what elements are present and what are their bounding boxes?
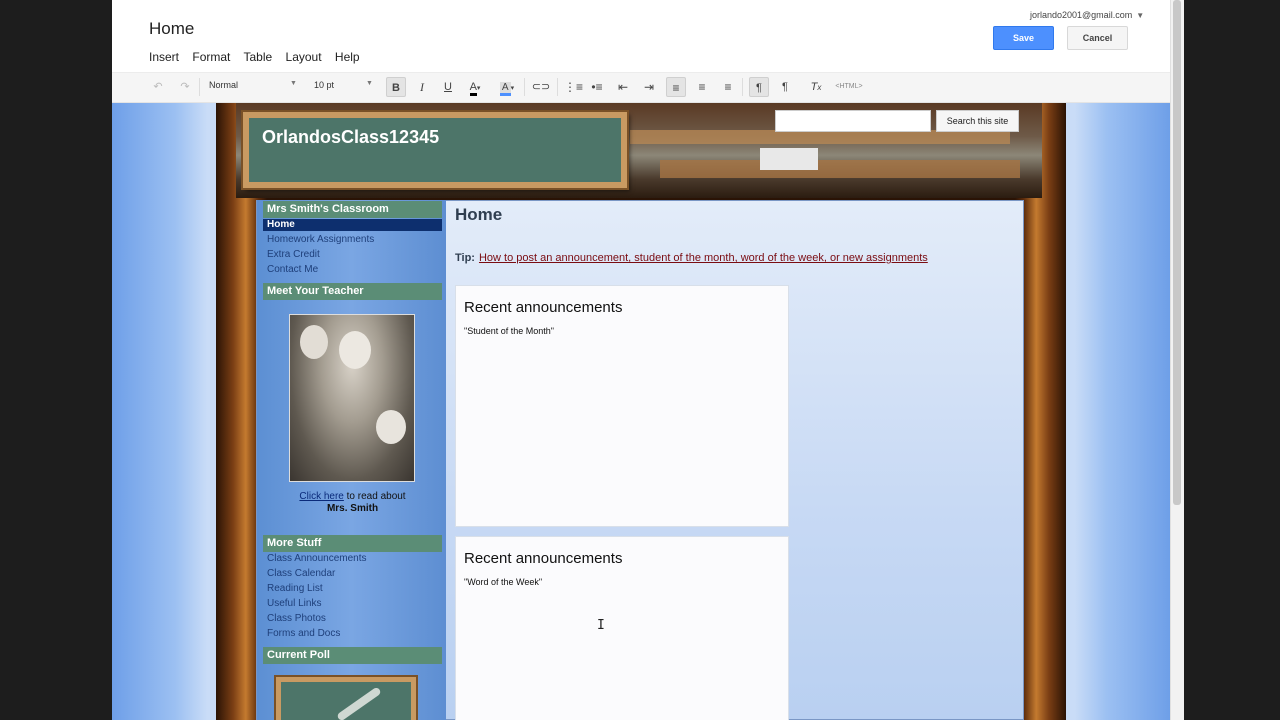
save-button[interactable]: Save	[993, 26, 1054, 50]
menu-bar: Insert Format Table Layout Help	[149, 50, 370, 64]
rtl-icon[interactable]: ¶	[777, 77, 793, 97]
sidebar-item-contact[interactable]: Contact Me	[267, 264, 318, 275]
title-chalkboard	[243, 112, 627, 188]
teacher-name: Mrs. Smith	[326, 503, 379, 514]
numbered-list-icon[interactable]: ⋮≡	[564, 77, 583, 97]
tip-link[interactable]: How to post an announcement, student of …	[479, 252, 928, 264]
sidebar-item-reading-list[interactable]: Reading List	[267, 583, 323, 594]
account-email: jorlando2001@gmail.com	[1030, 10, 1133, 20]
page-title: Home	[149, 19, 195, 38]
header-paper	[760, 148, 818, 170]
chevron-down-icon: ▼	[1136, 11, 1145, 20]
size-select-value: 10 pt	[314, 80, 335, 90]
toolbar-divider	[742, 78, 743, 96]
sidebar-item-class-calendar[interactable]: Class Calendar	[267, 568, 335, 579]
clear-format-icon[interactable]: Tx	[807, 77, 825, 97]
menu-help[interactable]: Help	[335, 50, 360, 64]
align-left-icon[interactable]: ≡	[666, 77, 686, 97]
size-select[interactable]: 10 pt ▼	[314, 80, 374, 90]
chevron-down-icon: ▼	[366, 80, 373, 87]
read-about-label: to read about	[343, 491, 406, 502]
sidebar-item-home[interactable]: Home	[263, 219, 442, 231]
italic-icon[interactable]: I	[414, 77, 430, 97]
ltr-icon[interactable]: ¶	[749, 77, 769, 97]
tip-label: Tip:	[455, 252, 475, 264]
align-center-icon[interactable]: ≡	[694, 77, 710, 97]
toolbar-divider	[557, 78, 558, 96]
sidebar-heading-teacher: Meet Your Teacher	[263, 283, 442, 300]
sidebar-item-class-announcements[interactable]: Class Announcements	[267, 553, 367, 564]
teacher-photo-face	[300, 325, 328, 359]
gadget-subtitle: "Student of the Month"	[464, 326, 554, 336]
announcements-gadget[interactable]	[455, 285, 789, 527]
toolbar-divider	[199, 78, 200, 96]
undo-icon[interactable]: ↶	[150, 77, 166, 97]
sidebar-heading-poll: Current Poll	[263, 647, 442, 664]
sidebar-item-homework[interactable]: Homework Assignments	[267, 234, 374, 245]
menu-format[interactable]: Format	[192, 50, 230, 64]
underline-icon[interactable]: U	[440, 77, 456, 97]
toolbar-divider	[524, 78, 525, 96]
html-button[interactable]: <HTML>	[833, 77, 865, 97]
menu-insert[interactable]: Insert	[149, 50, 179, 64]
cancel-button[interactable]: Cancel	[1067, 26, 1128, 50]
gadget-title: Recent announcements	[464, 299, 623, 316]
site-title[interactable]: OrlandosClass12345	[262, 127, 439, 148]
gadget-subtitle: "Word of the Week"	[464, 577, 543, 587]
header-desk	[660, 160, 1020, 178]
tip-line: Tip: How to post an announcement, student…	[455, 252, 928, 264]
text-cursor-icon: I	[597, 618, 605, 633]
search-site-button[interactable]: Search this site	[936, 110, 1019, 132]
site-search-input[interactable]	[775, 110, 931, 132]
account-menu[interactable]: jorlando2001@gmail.com ▼	[1030, 10, 1144, 20]
sidebar-item-forms-docs[interactable]: Forms and Docs	[267, 628, 340, 639]
teacher-photo-face	[339, 331, 371, 369]
redo-icon[interactable]: ↷	[177, 77, 193, 97]
sidebar-item-extra-credit[interactable]: Extra Credit	[267, 249, 320, 260]
sidebar-heading-more: More Stuff	[263, 535, 442, 552]
link-icon[interactable]: ⊂⊃	[531, 77, 551, 97]
menu-layout[interactable]: Layout	[286, 50, 322, 64]
text-color-icon[interactable]: A▾	[465, 77, 485, 97]
outdent-icon[interactable]: ⇤	[615, 77, 631, 97]
header-desk	[630, 130, 1010, 144]
click-here-link[interactable]: Click here	[299, 491, 343, 502]
style-select-value: Normal	[209, 80, 239, 90]
bulleted-list-icon[interactable]: •≡	[589, 77, 605, 97]
style-select[interactable]: Normal ▼	[209, 80, 299, 90]
chevron-down-icon: ▼	[290, 80, 297, 87]
indent-icon[interactable]: ⇥	[641, 77, 657, 97]
right-border	[1184, 0, 1280, 720]
teacher-photo-face	[376, 410, 406, 444]
sidebar-item-class-photos[interactable]: Class Photos	[267, 613, 326, 624]
menu-table[interactable]: Table	[244, 50, 273, 64]
main-heading: Home	[455, 205, 503, 224]
gadget-title: Recent announcements	[464, 550, 623, 567]
read-about-text: Click here to read about	[263, 491, 442, 502]
highlight-icon[interactable]: A ▾	[496, 77, 518, 97]
sidebar-heading-classroom: Mrs Smith's Classroom	[263, 201, 442, 218]
bold-icon[interactable]: B	[386, 77, 406, 97]
left-border	[0, 0, 112, 720]
sidebar-item-useful-links[interactable]: Useful Links	[267, 598, 321, 609]
align-right-icon[interactable]: ≡	[720, 77, 736, 97]
scrollbar-thumb[interactable]	[1173, 0, 1181, 505]
